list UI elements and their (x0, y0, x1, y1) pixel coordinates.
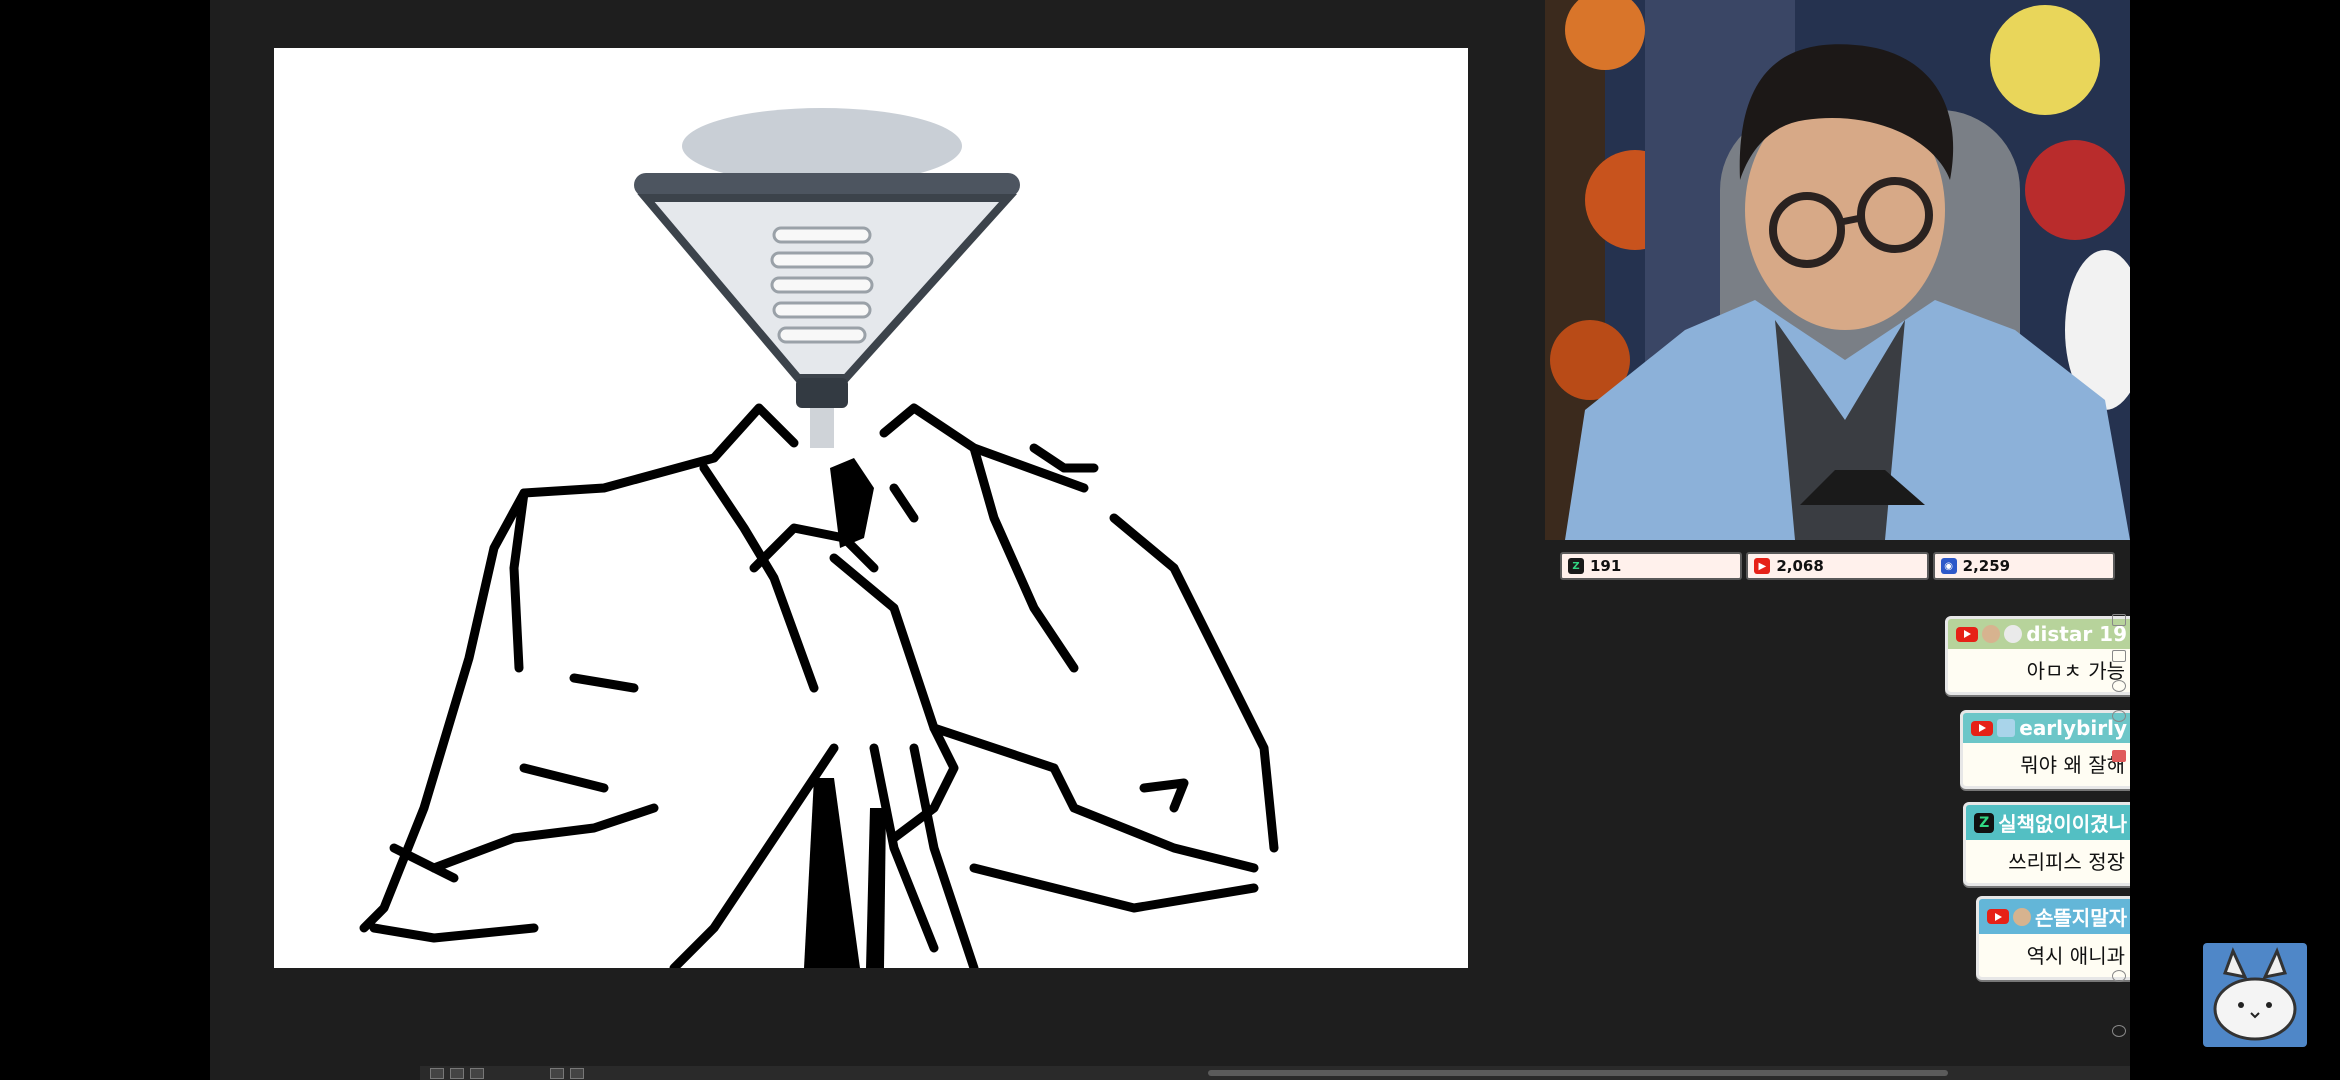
fit-button[interactable] (470, 1068, 484, 1079)
chat-username: earlybirly (2019, 716, 2127, 740)
eye-icon[interactable] (2112, 1025, 2126, 1037)
stat-chzzk: Z 191 (1560, 552, 1743, 580)
chat-username-bar: distar 19 (1948, 619, 2130, 649)
chat-message: earlybirly 뭐야 왜 잘해 (1960, 710, 2130, 789)
avatar-badge-icon (1982, 625, 2001, 643)
chat-text: 뭐야 왜 잘해 (2020, 753, 2125, 777)
afreeca-icon: ◉ (1940, 558, 1957, 574)
stat-youtube: ▶ 2,068 (1746, 552, 1929, 580)
stat-value: 2,068 (1776, 557, 1824, 575)
youtube-icon (1971, 720, 1994, 736)
eye-icon[interactable] (2112, 710, 2126, 722)
sketch-illustration (359, 108, 1279, 968)
bird-badge-icon (1997, 719, 2016, 737)
chat-username-bar: Z 실책없이이겼나 (1966, 805, 2130, 840)
layer-panel-icon[interactable] (2112, 614, 2126, 626)
avatar-badge-icon (2013, 907, 2031, 926)
stat-value: 2,259 (1962, 557, 2011, 575)
cat-badge-icon (2004, 625, 2023, 643)
bunny-mascot-icon (2203, 943, 2307, 1047)
chat-username-bar: 손뜰지말자 (1979, 899, 2130, 934)
viewer-stats-bar: Z 191 ▶ 2,068 ◉ 2,259 (1560, 552, 2115, 580)
chat-text: 역시 애니과 (2026, 944, 2125, 968)
stat-afreeca: ◉ 2,259 (1932, 552, 2115, 580)
chat-username-bar: earlybirly (1963, 713, 2130, 743)
streamer-video (1545, 0, 2130, 540)
chat-message: 손뜰지말자 역시 애니과 (1976, 896, 2130, 980)
youtube-icon (1987, 909, 2009, 924)
bottom-status-bar (420, 1066, 2130, 1080)
chzzk-icon: Z (1568, 558, 1584, 574)
zoom-out-button[interactable] (430, 1068, 444, 1079)
active-layer-indicator[interactable] (2112, 750, 2126, 762)
rotate-right-button[interactable] (570, 1068, 584, 1079)
chat-text: 쓰리피스 정장 (2008, 850, 2125, 874)
eye-icon[interactable] (2112, 970, 2126, 982)
panel-edge-toolbar (2112, 600, 2130, 1070)
drawing-app-window: Z 191 ▶ 2,068 ◉ 2,259 distar 19 아ㅁㅊ 가능 e… (210, 0, 2130, 1080)
youtube-icon: ▶ (1754, 558, 1771, 574)
chat-text: 아ㅁㅊ 가능 (2026, 659, 2125, 683)
stat-value: 191 (1590, 557, 1622, 575)
eye-icon[interactable] (2112, 680, 2126, 692)
horizontal-scrollbar[interactable] (1208, 1070, 1948, 1076)
zoom-in-button[interactable] (450, 1068, 464, 1079)
chat-message: Z 실책없이이겼나 쓰리피스 정장 (1963, 802, 2130, 886)
drawing-canvas[interactable] (274, 48, 1468, 968)
rotate-left-button[interactable] (550, 1068, 564, 1079)
chzzk-icon: Z (1974, 812, 1995, 833)
chat-username: 실책없이이겼나 (1998, 812, 2127, 836)
youtube-icon (1956, 626, 1979, 642)
webcam-overlay (1545, 0, 2130, 540)
chat-message: distar 19 아ㅁㅊ 가능 (1945, 616, 2130, 695)
layer-panel-icon[interactable] (2112, 650, 2126, 662)
